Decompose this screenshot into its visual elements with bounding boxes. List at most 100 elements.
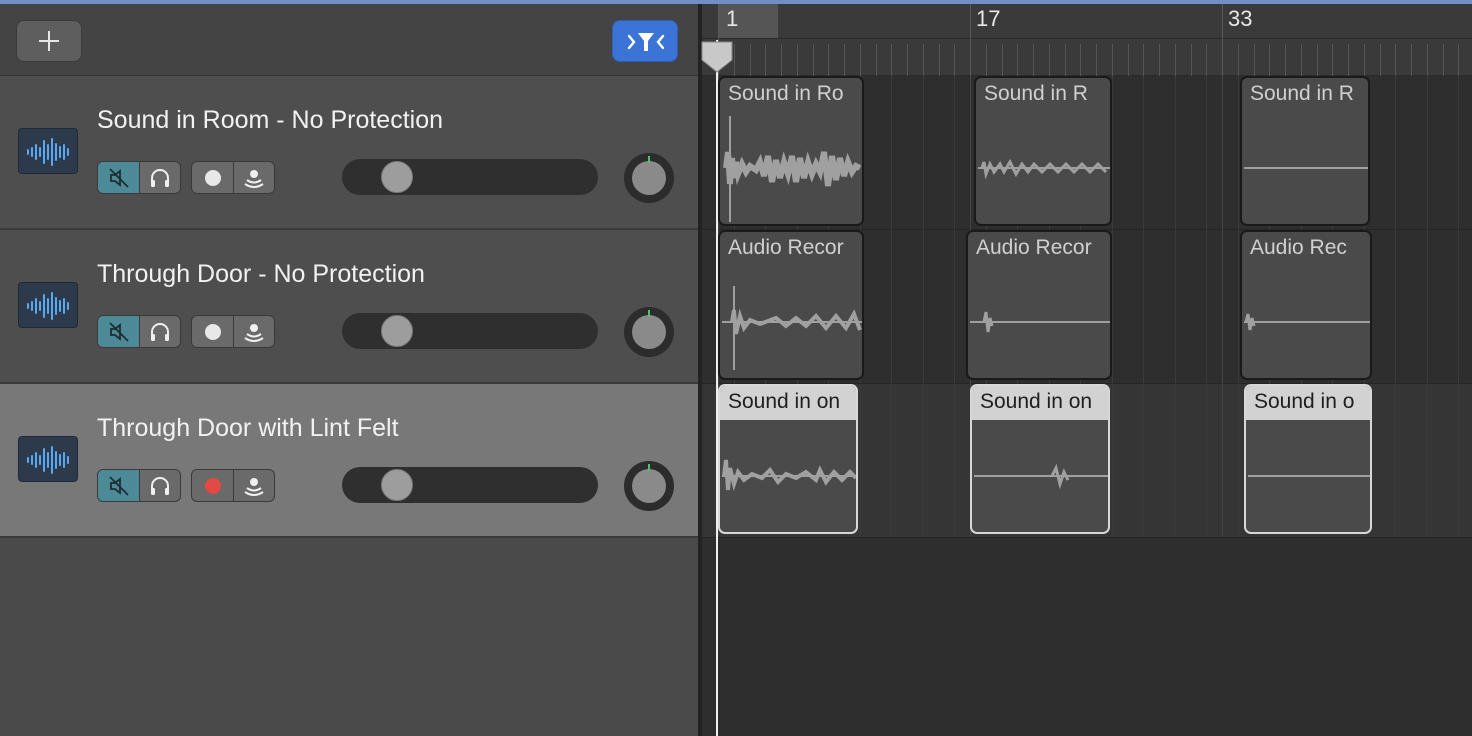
input-monitoring-icon: [244, 477, 264, 496]
ruler-tick: [986, 44, 987, 76]
add-track-button[interactable]: [16, 20, 82, 62]
mute-solo-group: [97, 469, 181, 502]
solo-button[interactable]: [139, 316, 180, 347]
record-enable-button[interactable]: [192, 470, 233, 501]
ruler-tick: [1159, 44, 1160, 76]
ruler-tick: [781, 44, 782, 76]
track-name[interactable]: Through Door - No Protection: [97, 260, 425, 289]
ruler-tick: [1206, 44, 1207, 76]
grid-line: [923, 76, 924, 536]
audio-region[interactable]: Sound in Ro: [718, 76, 864, 226]
pan-knob[interactable]: [632, 161, 666, 195]
audio-region[interactable]: Audio Recor: [718, 230, 864, 380]
record-monitor-group: [191, 161, 275, 194]
grid-line: [1112, 76, 1113, 536]
region-name: Sound in Ro: [728, 82, 844, 105]
record-enable-button[interactable]: [192, 316, 233, 347]
track-header-1[interactable]: Sound in Room - No Protection: [0, 76, 700, 230]
waveform: [974, 463, 1108, 490]
ruler-tick: [1128, 44, 1129, 76]
record-icon: [204, 169, 221, 186]
grid-line: [1206, 76, 1207, 536]
audio-region-selected[interactable]: Sound in on: [718, 384, 858, 534]
ruler[interactable]: 1 17 33: [702, 4, 1472, 76]
ruler-tick: [891, 44, 892, 76]
ruler-tick: [828, 44, 829, 76]
ruler-tick: [1254, 44, 1255, 76]
ruler-tick: [1238, 44, 1239, 76]
ruler-marker-17: 17: [976, 6, 1001, 31]
record-monitor-group: [191, 315, 275, 348]
track-header-3[interactable]: Through Door with Lint Felt: [0, 384, 700, 538]
audio-region[interactable]: Audio Recor: [966, 230, 1112, 380]
speaker-muted-icon: [108, 475, 129, 496]
mute-button[interactable]: [98, 162, 139, 193]
record-enable-button[interactable]: [192, 162, 233, 193]
ruler-tick: [970, 4, 971, 76]
ruler-tick: [860, 44, 861, 76]
solo-button[interactable]: [139, 162, 180, 193]
mute-solo-group: [97, 161, 181, 194]
ruler-tick: [1002, 44, 1003, 76]
grid-line: [1395, 76, 1396, 536]
ruler-tick: [1049, 44, 1050, 76]
input-monitoring-button[interactable]: [233, 470, 274, 501]
track-name[interactable]: Through Door with Lint Felt: [97, 414, 399, 443]
input-monitoring-button[interactable]: [233, 316, 274, 347]
ruler-tick: [1427, 44, 1428, 76]
region-name: Audio Recor: [728, 236, 844, 259]
audio-region[interactable]: Sound in R: [1240, 76, 1370, 226]
track-name[interactable]: Sound in Room - No Protection: [97, 106, 443, 135]
catch-filter-icon: [627, 33, 665, 51]
audio-region[interactable]: Sound in R: [974, 76, 1112, 226]
ruler-tick: [1269, 44, 1270, 76]
region-name: Sound in R: [1250, 82, 1354, 105]
volume-slider-thumb[interactable]: [381, 315, 413, 347]
ruler-tick: [923, 44, 924, 76]
region-name: Audio Recor: [976, 236, 1092, 259]
tracks-area[interactable]: 1 17 33 Sound in Ro Sound in R Sound in …: [702, 4, 1472, 736]
track-header-toolbar: [0, 4, 700, 76]
record-armed-icon: [204, 477, 221, 494]
solo-button[interactable]: [139, 470, 180, 501]
region-name: Sound in R: [984, 82, 1088, 105]
pan-knob[interactable]: [632, 469, 666, 503]
audio-track-icon: [18, 282, 78, 328]
audio-region[interactable]: Audio Rec: [1240, 230, 1372, 380]
track-header-2[interactable]: Through Door - No Protection: [0, 230, 700, 384]
mute-button[interactable]: [98, 316, 139, 347]
playhead-handle[interactable]: [700, 40, 734, 74]
grid-line: [1427, 76, 1428, 536]
pan-knob[interactable]: [632, 315, 666, 349]
grid-line: [891, 76, 892, 536]
ruler-tick: [734, 44, 735, 76]
ruler-tick: [1443, 44, 1444, 76]
catch-filter-button[interactable]: [612, 20, 678, 62]
ruler-tick: [1411, 44, 1412, 76]
mute-button[interactable]: [98, 470, 139, 501]
input-monitoring-button[interactable]: [233, 162, 274, 193]
volume-slider-thumb[interactable]: [381, 469, 413, 501]
playhead[interactable]: [716, 40, 718, 736]
ruler-tick: [1364, 44, 1365, 76]
audio-region-selected[interactable]: Sound in o: [1244, 384, 1372, 534]
waveform: [1244, 313, 1370, 331]
ruler-tick: [939, 44, 940, 76]
waveform: [722, 286, 862, 370]
ruler-tick: [876, 44, 877, 76]
pan-knob-indicator: [648, 310, 650, 317]
ruler-tick: [1191, 44, 1192, 76]
ruler-tick: [1380, 44, 1381, 76]
input-monitoring-icon: [244, 169, 264, 188]
waveform: [723, 116, 862, 222]
volume-slider-thumb[interactable]: [381, 161, 413, 193]
ruler-tick: [844, 44, 845, 76]
audio-region-selected[interactable]: Sound in on: [970, 384, 1110, 534]
headphones-icon: [151, 322, 169, 341]
grid-line: [1458, 76, 1459, 536]
ruler-marker-33: 33: [1228, 6, 1253, 31]
ruler-tick: [1332, 44, 1333, 76]
ruler-tick: [1348, 44, 1349, 76]
audio-track-icon: [18, 128, 78, 174]
speaker-muted-icon: [108, 321, 129, 342]
